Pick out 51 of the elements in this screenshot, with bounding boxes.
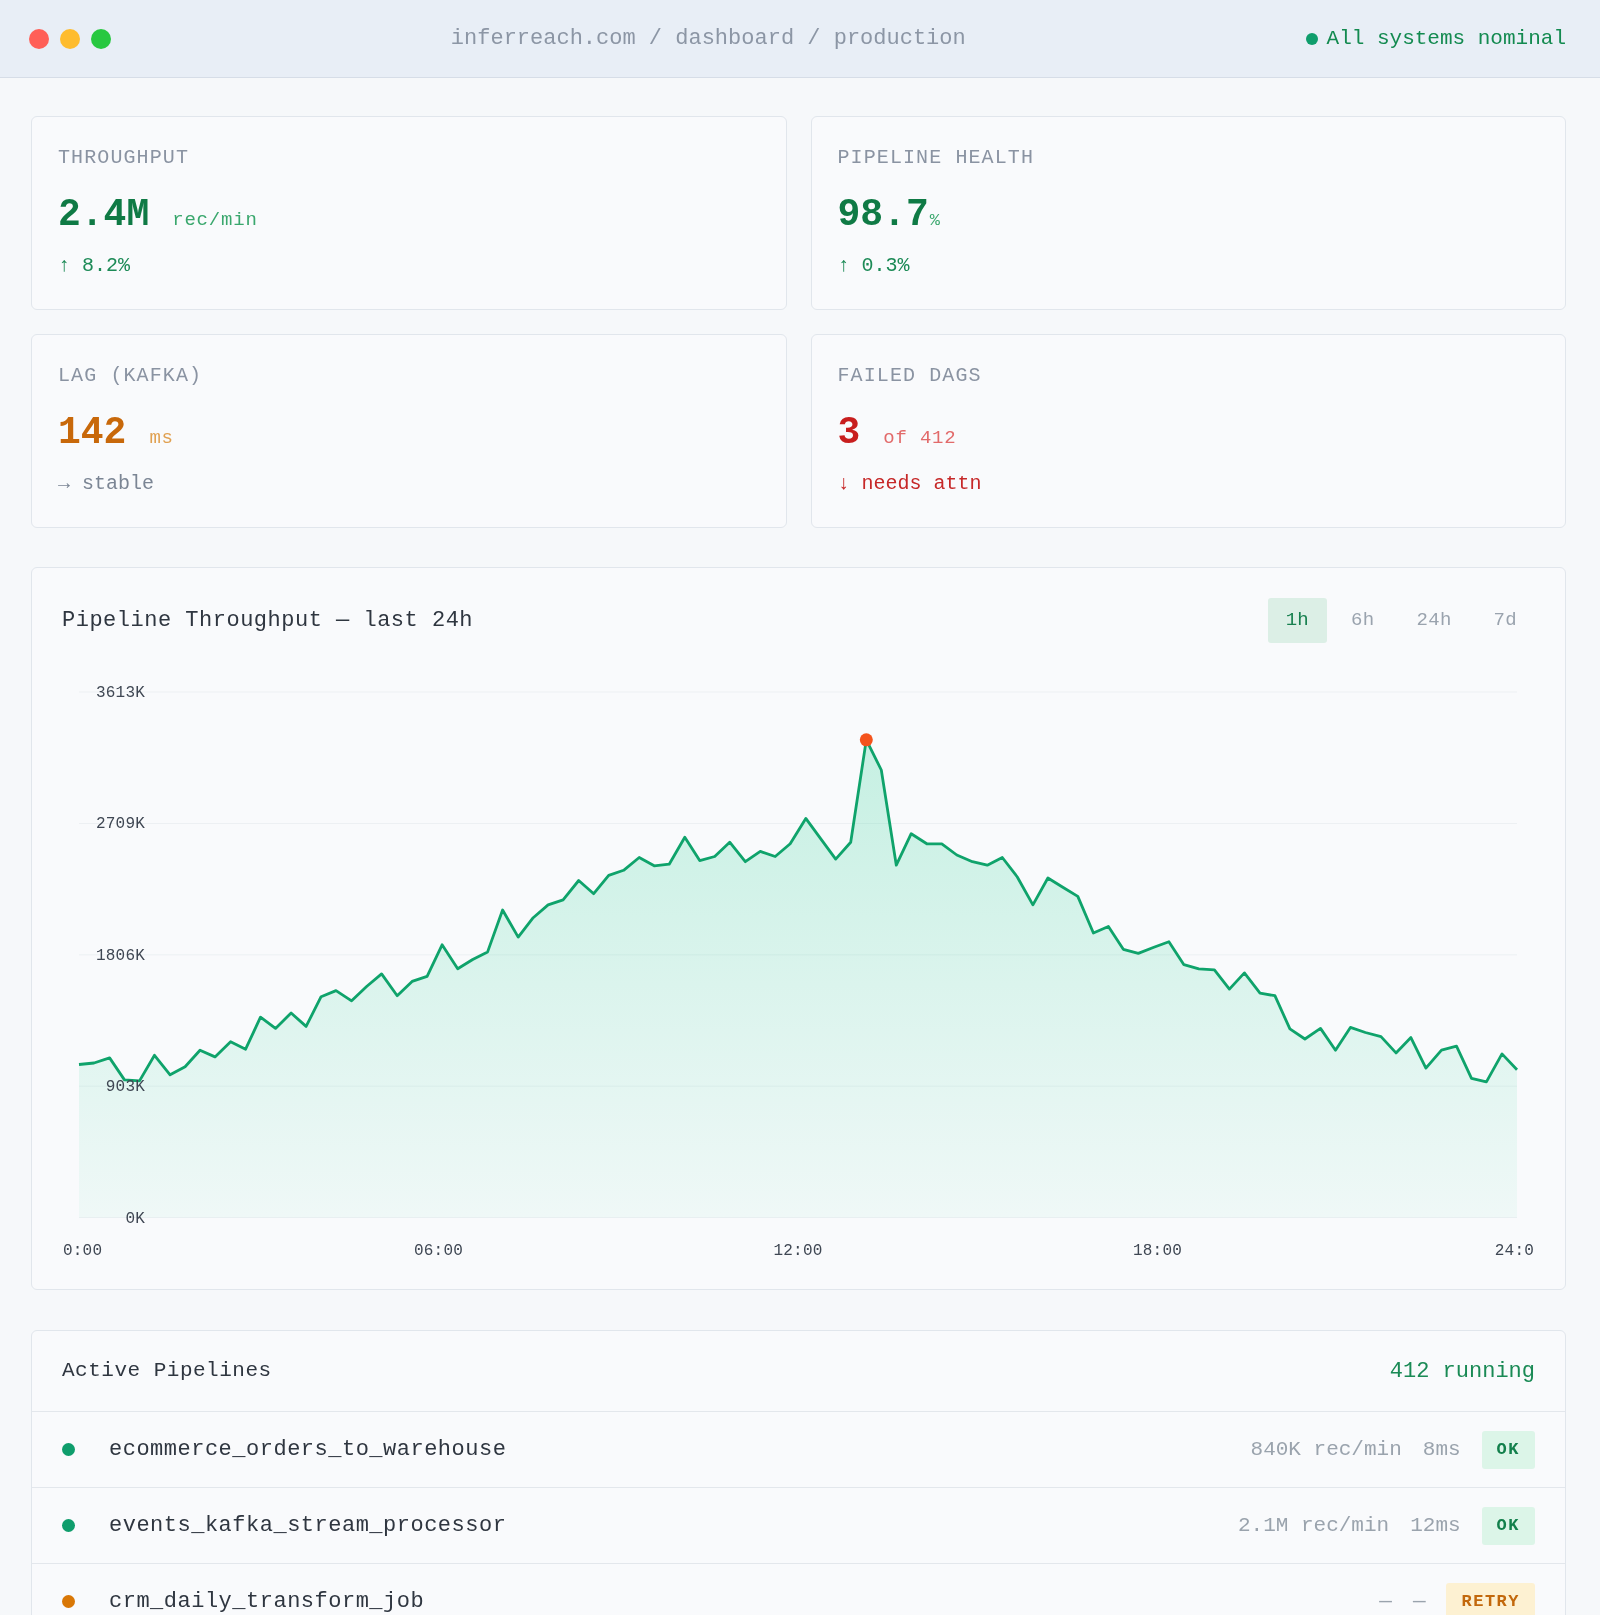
status-badge: RETRY bbox=[1446, 1582, 1535, 1615]
peak-marker bbox=[859, 733, 873, 747]
stat-unit: ms bbox=[149, 426, 174, 451]
x-axis-label: 06:00 bbox=[414, 1242, 463, 1260]
pipeline-latency: 12ms bbox=[1410, 1512, 1461, 1539]
y-axis-label: 0K bbox=[125, 1209, 145, 1228]
stat-change: ↑ 8.2% bbox=[58, 254, 130, 278]
stat-value: 2.4M bbox=[58, 192, 150, 238]
pipeline-throughput: — bbox=[1379, 1588, 1392, 1615]
range-tab[interactable]: 6h bbox=[1333, 598, 1393, 643]
stat-unit: of 412 bbox=[883, 426, 957, 451]
range-tab[interactable]: 1h bbox=[1267, 598, 1328, 643]
x-axis-label: 24:0 bbox=[1494, 1242, 1534, 1260]
range-tab[interactable]: 24h bbox=[1398, 598, 1470, 643]
stat-value: 142 bbox=[58, 410, 127, 456]
stat-label: FAILED DAGS bbox=[837, 364, 982, 388]
y-axis-label: 2709K bbox=[96, 815, 145, 834]
status-badge: OK bbox=[1481, 1430, 1535, 1469]
y-axis-label: 903K bbox=[105, 1078, 145, 1097]
x-axis-label: 18:00 bbox=[1133, 1242, 1182, 1260]
y-axis-label: 1806K bbox=[96, 946, 145, 965]
x-axis-label: 0:00 bbox=[63, 1242, 103, 1260]
pipeline-name: crm_daily_transform_job bbox=[109, 1588, 425, 1615]
section-title: Active Pipelines bbox=[62, 1358, 272, 1385]
stat-unit: rec/min bbox=[172, 208, 258, 233]
pipeline-latency: 8ms bbox=[1422, 1436, 1461, 1463]
minimize-button[interactable] bbox=[60, 28, 80, 49]
chart-title: Pipeline Throughput — last 24h bbox=[62, 607, 474, 635]
y-axis-label: 3613K bbox=[96, 684, 145, 702]
stat-unit: % bbox=[929, 211, 940, 232]
pipeline-latency: — bbox=[1412, 1588, 1426, 1615]
stat-change: ↓ needs attn bbox=[837, 472, 982, 496]
system-status: All systems nominal bbox=[1326, 25, 1566, 52]
close-button[interactable] bbox=[29, 28, 49, 49]
running-count: 412 running bbox=[1389, 1357, 1535, 1386]
stat-change: ↑ 0.3% bbox=[837, 254, 910, 278]
maximize-button[interactable] bbox=[91, 28, 111, 49]
pipeline-throughput: 840K rec/min bbox=[1250, 1436, 1402, 1463]
range-tab[interactable]: 7d bbox=[1475, 598, 1535, 643]
status-badge: OK bbox=[1481, 1506, 1535, 1545]
stat-label: LAG (KAFKA) bbox=[58, 364, 203, 388]
pipeline-name: events_kafka_stream_processor bbox=[109, 1512, 507, 1540]
stat-label: PIPELINE HEALTH bbox=[837, 146, 1035, 170]
pipeline-name: ecommerce_orders_to_warehouse bbox=[109, 1436, 507, 1464]
x-axis-label: 12:00 bbox=[773, 1242, 823, 1260]
stat-change: → stable bbox=[58, 472, 154, 496]
stat-label: THROUGHPUT bbox=[58, 146, 190, 170]
breadcrumb: inferreach.com / dashboard / production bbox=[450, 25, 966, 53]
stat-value: 98.7 bbox=[837, 192, 929, 238]
stat-value: 3 bbox=[837, 410, 861, 456]
pipeline-throughput: 2.1M rec/min bbox=[1237, 1512, 1390, 1539]
